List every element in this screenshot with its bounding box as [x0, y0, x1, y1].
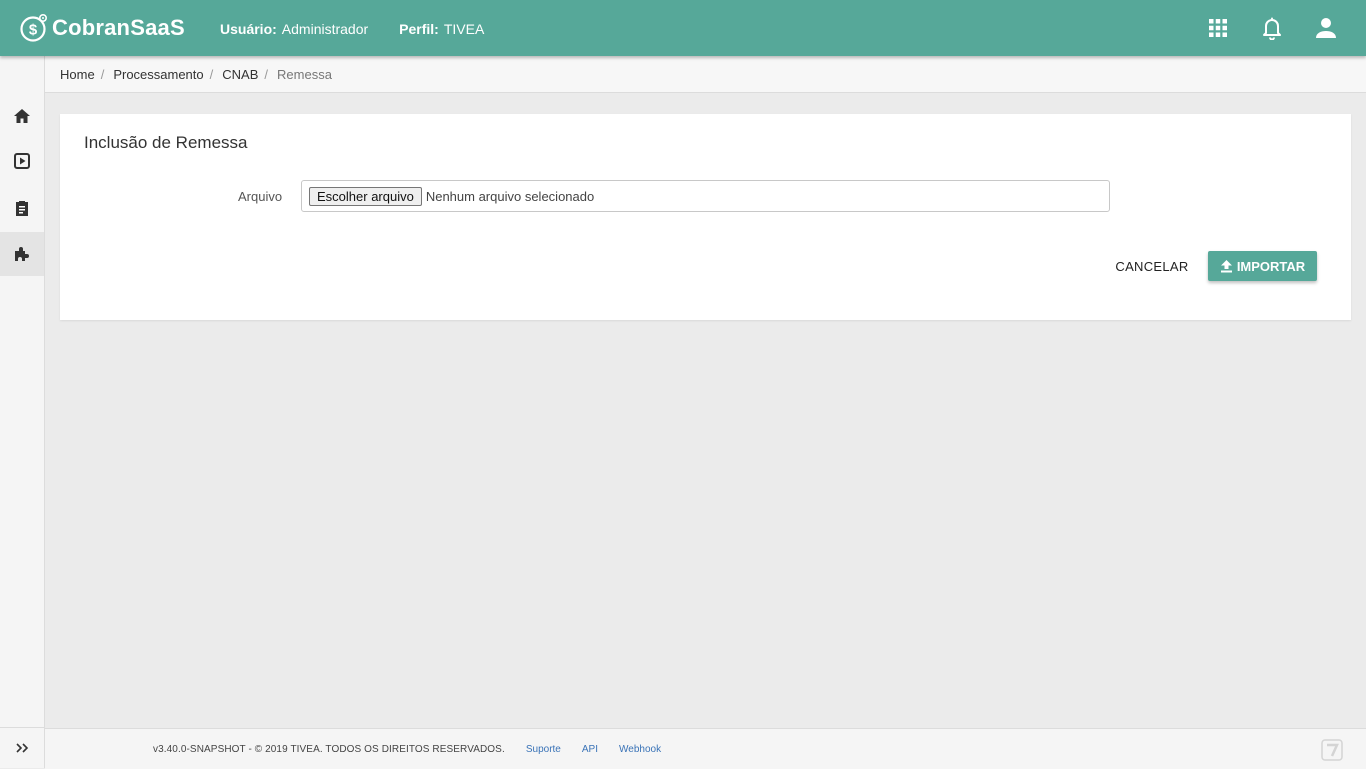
sidebar-item-play[interactable] [0, 139, 44, 183]
breadcrumb-cnab[interactable]: CNAB [222, 67, 258, 82]
top-app-bar: $ CobranSaaS Usuário: Administrador Perf… [0, 0, 1366, 56]
user-label: Usuário: [220, 21, 277, 37]
header-actions [1206, 16, 1338, 40]
import-button-label: IMPORTAR [1236, 258, 1306, 274]
footer: v3.40.0-SNAPSHOT - © 2019 TIVEA. TODOS O… [45, 728, 1366, 769]
brand-logo[interactable]: $ CobranSaaS [19, 11, 185, 45]
sidebar-item-clipboard[interactable] [0, 186, 44, 230]
clipboard-icon [16, 201, 28, 216]
file-input[interactable]: Escolher arquivo Nenhum arquivo selecion… [301, 180, 1110, 212]
brand-name: CobranSaaS [52, 15, 185, 40]
breadcrumb-separator: / [264, 66, 269, 82]
footer-link-suporte[interactable]: Suporte [526, 744, 561, 755]
notifications-bell-icon[interactable] [1260, 16, 1284, 40]
svg-text:$: $ [29, 22, 38, 39]
import-button[interactable]: IMPORTAR [1208, 251, 1317, 281]
sidebar-expand-button[interactable] [0, 727, 44, 768]
home-icon [14, 109, 30, 123]
sidebar-item-home[interactable] [0, 94, 44, 138]
tivea-logo-icon [1321, 739, 1343, 761]
copyright-text: v3.40.0-SNAPSHOT - © 2019 TIVEA. TODOS O… [153, 743, 505, 755]
puzzle-icon [15, 247, 29, 261]
user-value: Administrador [281, 21, 369, 37]
remessa-form-card: Inclusão de Remessa Arquivo Escolher arq… [60, 114, 1351, 320]
breadcrumb-separator: / [209, 66, 214, 82]
apps-grid-icon[interactable] [1206, 16, 1230, 40]
footer-link-webhook[interactable]: Webhook [619, 744, 661, 755]
profile-value: TIVEA [443, 21, 485, 37]
page-title: Inclusão de Remessa [84, 133, 248, 152]
breadcrumb-home[interactable]: Home [60, 67, 95, 82]
play-box-icon [14, 153, 30, 169]
cancel-button[interactable]: CANCELAR [1107, 251, 1197, 281]
breadcrumb-separator: / [100, 66, 105, 82]
breadcrumb-current: Remessa [277, 66, 332, 82]
account-icon[interactable] [1314, 16, 1338, 40]
sidebar-item-extensions[interactable] [0, 232, 44, 276]
footer-link-api[interactable]: API [582, 744, 598, 755]
coin-logo-icon: $ [20, 13, 47, 42]
file-field-label: Arquivo [238, 189, 283, 204]
no-file-selected-text: Nenhum arquivo selecionado [425, 188, 595, 204]
breadcrumb: Home / Processamento / CNAB / Remessa [45, 56, 1366, 93]
upload-icon [1220, 259, 1233, 273]
choose-file-button[interactable]: Escolher arquivo [309, 186, 422, 206]
profile-label: Perfil: [399, 21, 439, 37]
double-chevron-right-icon [16, 743, 29, 753]
breadcrumb-processamento[interactable]: Processamento [113, 67, 203, 82]
sidebar [0, 56, 45, 768]
user-info: Usuário: Administrador Perfil: TIVEA [220, 21, 515, 37]
